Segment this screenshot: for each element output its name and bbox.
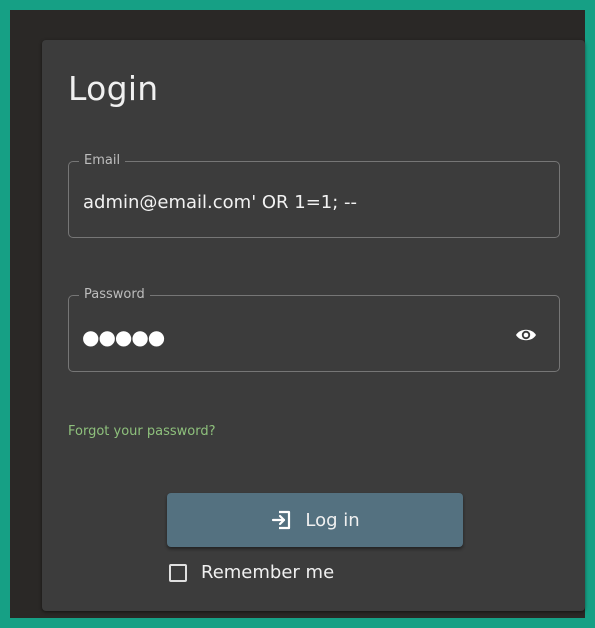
email-field-label: Email bbox=[79, 153, 126, 169]
page-title: Login bbox=[68, 69, 159, 108]
remember-me-label: Remember me bbox=[201, 562, 335, 583]
forgot-password-link[interactable]: Forgot your password? bbox=[68, 424, 216, 440]
login-icon bbox=[272, 510, 291, 530]
login-button-label: Log in bbox=[305, 509, 360, 531]
eye-icon[interactable] bbox=[515, 327, 537, 343]
password-field[interactable]: Password ●●●●● bbox=[68, 287, 560, 372]
app-frame: Login Email admin@email.com' OR 1=1; -- … bbox=[10, 10, 585, 618]
password-field-label: Password bbox=[79, 287, 150, 303]
email-input[interactable]: admin@email.com' OR 1=1; -- bbox=[83, 192, 357, 214]
email-field[interactable]: Email admin@email.com' OR 1=1; -- bbox=[68, 153, 560, 238]
login-button[interactable]: Log in bbox=[167, 493, 463, 547]
remember-me-option[interactable]: Remember me bbox=[169, 562, 334, 584]
login-card: Login Email admin@email.com' OR 1=1; -- … bbox=[42, 40, 585, 611]
remember-me-checkbox[interactable] bbox=[169, 564, 187, 582]
password-input[interactable]: ●●●●● bbox=[82, 325, 165, 349]
